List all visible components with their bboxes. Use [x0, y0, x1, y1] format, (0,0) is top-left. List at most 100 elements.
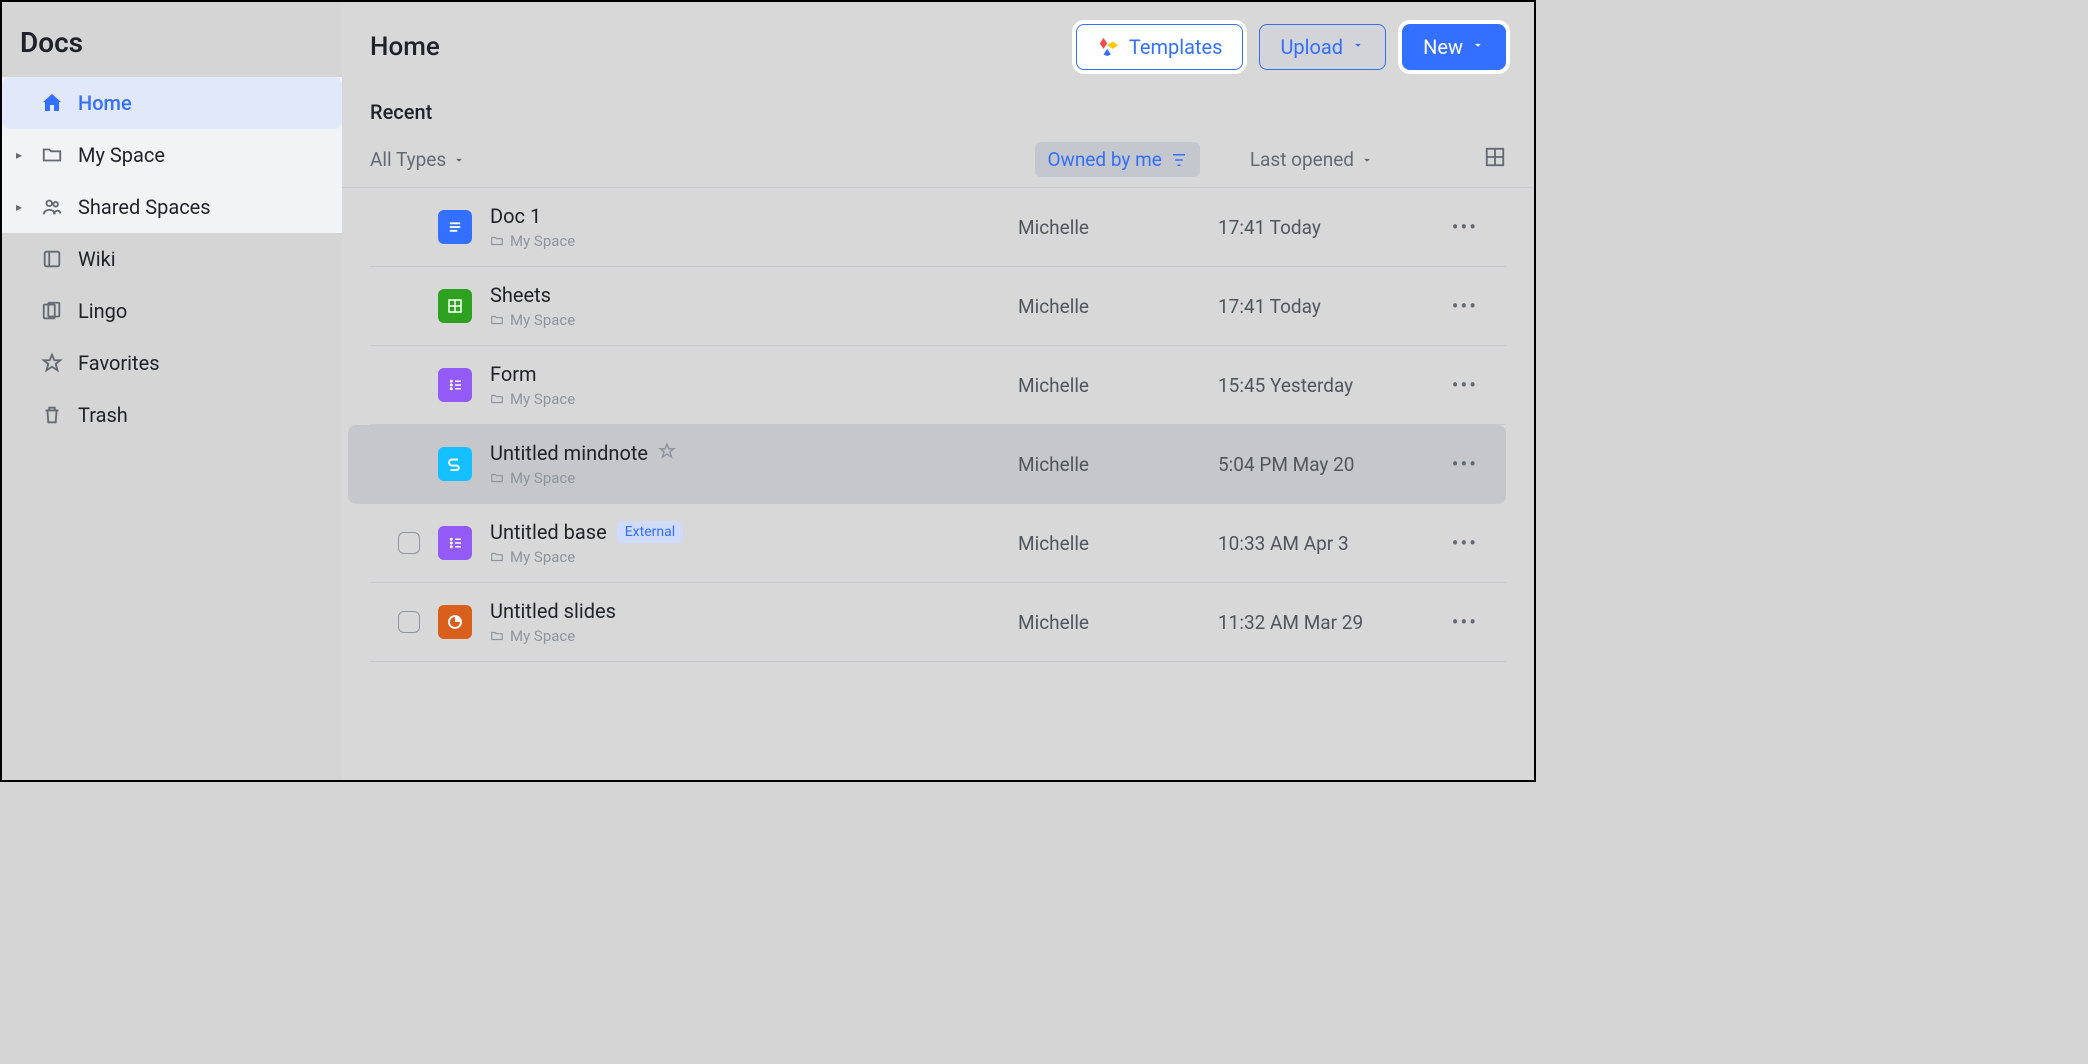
sidebar: Docs Home ▸ My Space ▸ Shared Spaces Wiki Lin…: [2, 2, 342, 780]
wiki-icon: [40, 247, 64, 271]
templates-button[interactable]: Templates: [1076, 24, 1244, 70]
row-checkbox[interactable]: [398, 611, 420, 633]
file-owner: Michelle: [1018, 611, 1218, 634]
chevron-down-icon: [1471, 38, 1485, 56]
file-row[interactable]: Doc 1 My Space Michelle17:41 Today•••: [370, 188, 1506, 267]
new-label: New: [1423, 35, 1463, 59]
file-row[interactable]: Form My Space Michelle15:45 Yesterday•••: [370, 346, 1506, 425]
people-icon: [40, 195, 64, 219]
file-row[interactable]: Untitled slidesMy SpaceMichelle11:32 AM …: [370, 583, 1506, 662]
lingo-icon: [40, 299, 64, 323]
slides-file-icon: [438, 605, 472, 639]
sidebar-item-favorites[interactable]: Favorites: [2, 337, 342, 389]
file-time: 17:41 Today: [1218, 216, 1448, 239]
templates-icon: [1097, 35, 1121, 59]
file-row[interactable]: Untitled base External My Space Michelle10:…: [370, 504, 1506, 583]
chevron-down-icon: [452, 153, 466, 167]
base-file-icon: [438, 526, 472, 560]
all-types-filter[interactable]: All Types: [370, 148, 466, 171]
file-row[interactable]: Untitled mindnote My Space Michelle5:04 PM…: [348, 425, 1506, 504]
sidebar-item-label: My Space: [78, 143, 165, 167]
file-title: Form: [490, 362, 537, 386]
folder-icon: [490, 313, 504, 327]
sidebar-item-wiki[interactable]: Wiki: [2, 233, 342, 285]
folder-icon: [490, 234, 504, 248]
more-actions-button[interactable]: •••: [1448, 452, 1478, 476]
caret-icon: ▸: [12, 148, 26, 162]
file-row[interactable]: Sheets My Space Michelle17:41 Today•••: [370, 267, 1506, 346]
sidebar-item-lingo[interactable]: Lingo: [2, 285, 342, 337]
file-title: Sheets: [490, 283, 551, 307]
sidebar-item-label: Trash: [78, 403, 128, 427]
new-button[interactable]: New: [1402, 24, 1506, 70]
all-types-label: All Types: [370, 148, 446, 171]
sidebar-item-home[interactable]: Home: [2, 77, 342, 129]
owned-by-label: Owned by me: [1047, 148, 1161, 171]
file-owner: Michelle: [1018, 532, 1218, 555]
row-checkbox[interactable]: [398, 532, 420, 554]
file-time: 17:41 Today: [1218, 295, 1448, 318]
file-location: My Space: [510, 469, 575, 487]
form-file-icon: [438, 368, 472, 402]
sidebar-item-my-space[interactable]: ▸ My Space: [2, 129, 342, 181]
file-title: Untitled mindnote: [490, 441, 648, 465]
file-time: 5:04 PM May 20: [1218, 453, 1448, 476]
sidebar-item-label: Wiki: [78, 247, 116, 271]
folder-icon: [40, 143, 64, 167]
brand-title: Docs: [2, 2, 342, 77]
owned-by-filter[interactable]: Owned by me: [1035, 142, 1199, 177]
file-location: My Space: [510, 627, 575, 645]
file-time: 15:45 Yesterday: [1218, 374, 1448, 397]
home-icon: [40, 91, 64, 115]
folder-icon: [490, 629, 504, 643]
external-badge: External: [617, 521, 683, 543]
file-location: My Space: [510, 232, 575, 250]
last-opened-label: Last opened: [1250, 148, 1354, 171]
folder-icon: [490, 550, 504, 564]
grid-view-toggle[interactable]: [1484, 146, 1506, 173]
file-location: My Space: [510, 548, 575, 566]
sidebar-item-label: Shared Spaces: [78, 195, 211, 219]
file-location: My Space: [510, 390, 575, 408]
doc-file-icon: [438, 210, 472, 244]
more-actions-button[interactable]: •••: [1448, 373, 1478, 397]
sidebar-item-shared-spaces[interactable]: ▸ Shared Spaces: [2, 181, 342, 233]
sidebar-item-trash[interactable]: Trash: [2, 389, 342, 441]
more-actions-button[interactable]: •••: [1448, 294, 1478, 318]
main-content: Home Templates Upload New: [342, 2, 1534, 780]
filter-icon: [1170, 151, 1188, 169]
sidebar-item-label: Home: [78, 91, 132, 115]
sheets-file-icon: [438, 289, 472, 323]
file-title: Doc 1: [490, 204, 541, 228]
upload-label: Upload: [1280, 35, 1343, 59]
more-actions-button[interactable]: •••: [1448, 610, 1478, 634]
filter-row: All Types Owned by me Last opened: [342, 136, 1534, 188]
file-time: 11:32 AM Mar 29: [1218, 611, 1448, 634]
recent-heading: Recent: [342, 92, 1534, 136]
star-icon: [40, 351, 64, 375]
page-title: Home: [370, 32, 440, 62]
sidebar-item-label: Favorites: [78, 351, 160, 375]
folder-icon: [490, 392, 504, 406]
file-owner: Michelle: [1018, 295, 1218, 318]
more-actions-button[interactable]: •••: [1448, 215, 1478, 239]
file-owner: Michelle: [1018, 453, 1218, 476]
chevron-down-icon: [1351, 38, 1365, 56]
file-title: Untitled base: [490, 520, 607, 544]
star-icon[interactable]: [658, 441, 676, 465]
header: Home Templates Upload New: [342, 2, 1534, 92]
mind-file-icon: [438, 447, 472, 481]
caret-icon: ▸: [12, 200, 26, 214]
more-actions-button[interactable]: •••: [1448, 531, 1478, 555]
file-owner: Michelle: [1018, 374, 1218, 397]
last-opened-sort[interactable]: Last opened: [1250, 148, 1374, 171]
file-owner: Michelle: [1018, 216, 1218, 239]
chevron-down-icon: [1360, 153, 1374, 167]
sidebar-item-label: Lingo: [78, 299, 127, 323]
templates-label: Templates: [1129, 35, 1223, 59]
folder-icon: [490, 471, 504, 485]
file-time: 10:33 AM Apr 3: [1218, 532, 1448, 555]
file-list: Doc 1My SpaceMichelle17:41 Today•••Sheet…: [342, 188, 1534, 780]
file-location: My Space: [510, 311, 575, 329]
upload-button[interactable]: Upload: [1259, 24, 1386, 70]
